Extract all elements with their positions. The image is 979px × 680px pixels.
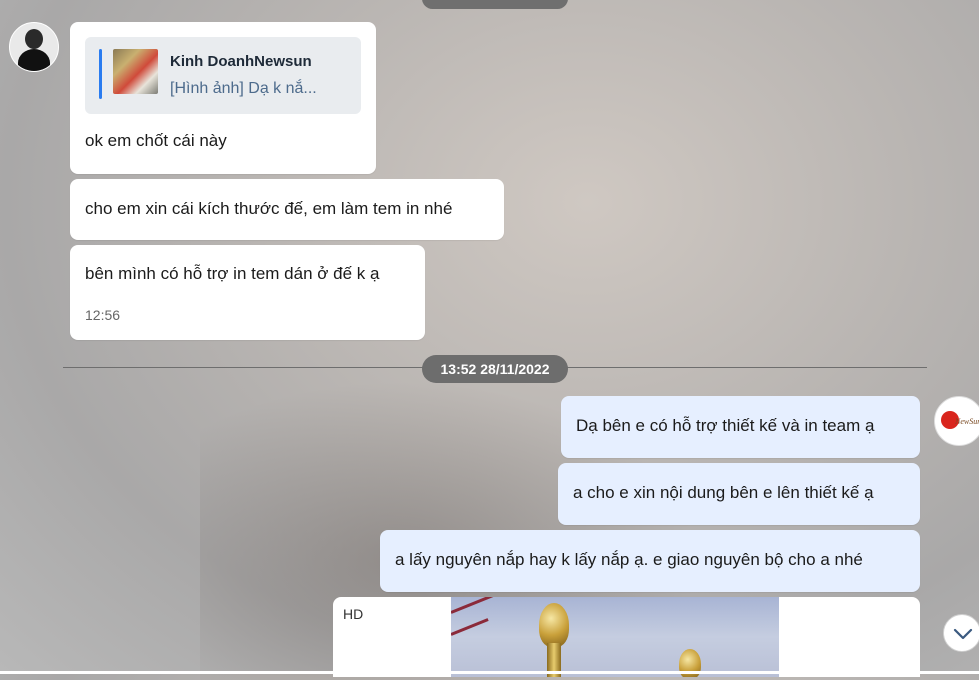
- outgoing-message[interactable]: Dạ bên e có hỗ trợ thiết kế và in team ạ: [561, 396, 920, 458]
- trophy-photo[interactable]: [451, 597, 779, 677]
- message-time: 12:56: [85, 307, 121, 323]
- incoming-message[interactable]: bên mình có hỗ trợ in tem dán ở đế k ạ 1…: [70, 245, 425, 340]
- trophy-cup: [539, 603, 569, 647]
- contact-avatar[interactable]: [9, 22, 59, 72]
- outgoing-message[interactable]: a lấy nguyên nắp hay k lấy nắp ạ. e giao…: [380, 530, 920, 592]
- date-separator: 13:52 28/11/2022: [422, 355, 568, 383]
- avatar-head: [25, 29, 43, 49]
- outgoing-message[interactable]: a cho e xin nội dung bên e lên thiết kế …: [558, 463, 920, 525]
- incoming-message[interactable]: cho em xin cái kích thước đế, em làm tem…: [70, 179, 504, 240]
- image-message[interactable]: HD: [333, 597, 920, 677]
- message-text: Dạ bên e có hỗ trợ thiết kế và in team ạ: [576, 416, 875, 435]
- message-text: ok em chốt cái này: [85, 131, 227, 150]
- avatar-body: [18, 49, 50, 71]
- quote-sender: Kinh DoanhNewsun: [170, 53, 312, 70]
- quote-bar: [99, 49, 102, 99]
- message-text: cho em xin cái kích thước đế, em làm tem…: [85, 199, 453, 218]
- quote-thumbnail: [113, 49, 158, 94]
- message-text: a lấy nguyên nắp hay k lấy nắp ạ. e giao…: [395, 550, 863, 569]
- date-separator-top: [422, 0, 568, 9]
- message-text: a cho e xin nội dung bên e lên thiết kế …: [573, 483, 874, 502]
- self-avatar-logo-text: NewSun: [955, 417, 979, 426]
- scroll-to-bottom-button[interactable]: [943, 614, 979, 652]
- incoming-message-quote[interactable]: Kinh DoanhNewsun [Hình ảnh] Dạ k nắ... o…: [70, 22, 376, 174]
- chevron-down-icon: [953, 628, 973, 640]
- quoted-message[interactable]: Kinh DoanhNewsun [Hình ảnh] Dạ k nắ...: [85, 37, 361, 114]
- self-avatar[interactable]: NewSun: [934, 396, 979, 446]
- hd-badge: HD: [343, 606, 364, 622]
- photo-rail: [451, 597, 508, 614]
- photo-rail: [451, 618, 489, 636]
- quote-preview: [Hình ảnh] Dạ k nắ...: [170, 80, 317, 97]
- message-text: bên mình có hỗ trợ in tem dán ở đế k ạ: [85, 264, 380, 283]
